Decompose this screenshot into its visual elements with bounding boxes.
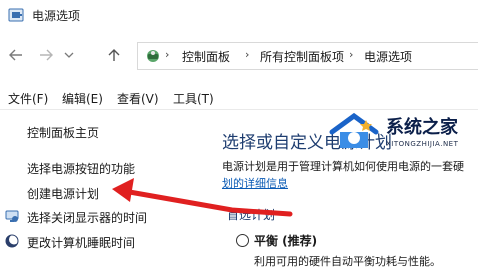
arrow-right-icon xyxy=(40,49,53,61)
recent-locations-button[interactable] xyxy=(62,44,76,66)
menu-file[interactable]: 文件(F) xyxy=(8,90,48,107)
chevron-down-icon xyxy=(64,52,74,58)
menu-view[interactable]: 查看(V) xyxy=(117,90,159,107)
breadcrumb-power-options[interactable]: 电源选项 xyxy=(364,48,412,65)
watermark-subtitle: XITONGZHIJIA.NET xyxy=(386,140,459,148)
breadcrumb-separator: › xyxy=(245,48,250,61)
sidebar-item-power-button[interactable]: 选择电源按钮的功能 xyxy=(27,160,135,177)
balanced-plan-name[interactable]: 平衡 (推荐) xyxy=(254,232,317,249)
up-button[interactable] xyxy=(104,44,124,66)
balanced-plan-radio[interactable] xyxy=(236,234,249,247)
breadcrumb-control-panel[interactable]: 控制面板 xyxy=(182,48,230,65)
title-bar: 电源选项 xyxy=(0,0,478,30)
menu-tools[interactable]: 工具(T) xyxy=(173,90,214,107)
sidebar-item-display-off-time[interactable]: 选择关闭显示器的时间 xyxy=(27,209,147,226)
preferred-plans-title: 首选计划 xyxy=(227,208,276,222)
sidebar-item-sleep-time[interactable]: 更改计算机睡眠时间 xyxy=(27,234,135,251)
plan-description: 电源计划是用于管理计算机如何使用电源的一套硬 xyxy=(222,160,464,173)
plan-details-link[interactable]: 划的详细信息 xyxy=(222,175,288,191)
moon-icon xyxy=(5,234,19,248)
watermark-title: 系统之家 xyxy=(386,117,458,138)
house-logo-icon xyxy=(329,112,379,148)
display-icon xyxy=(5,210,19,222)
sidebar-item-create-plan[interactable]: 创建电源计划 xyxy=(27,185,99,202)
menu-bar: 文件(F) 编辑(E) 查看(V) 工具(T) xyxy=(0,86,478,110)
menu-edit[interactable]: 编辑(E) xyxy=(62,90,103,107)
sidebar-item-control-panel-home[interactable]: 控制面板主页 xyxy=(27,124,99,141)
watermark-logo: 系统之家 XITONGZHIJIA.NET xyxy=(326,112,478,152)
back-button[interactable] xyxy=(6,44,26,66)
power-options-icon xyxy=(8,8,24,22)
balanced-plan-description: 利用可用的硬件自动平衡功耗与性能。 xyxy=(254,255,441,268)
control-panel-icon xyxy=(147,50,159,62)
navigation-bar: › 控制面板 › 所有控制面板项 › 电源选项 xyxy=(0,38,478,74)
arrow-left-icon xyxy=(9,49,22,61)
address-bar[interactable]: › 控制面板 › 所有控制面板项 › 电源选项 xyxy=(137,42,478,70)
breadcrumb-separator: › xyxy=(165,48,170,61)
window-title: 电源选项 xyxy=(32,9,81,23)
forward-button[interactable] xyxy=(36,44,56,66)
arrow-up-icon xyxy=(108,49,120,61)
breadcrumb-separator: › xyxy=(349,48,354,61)
breadcrumb-all-items[interactable]: 所有控制面板项 xyxy=(260,48,344,65)
